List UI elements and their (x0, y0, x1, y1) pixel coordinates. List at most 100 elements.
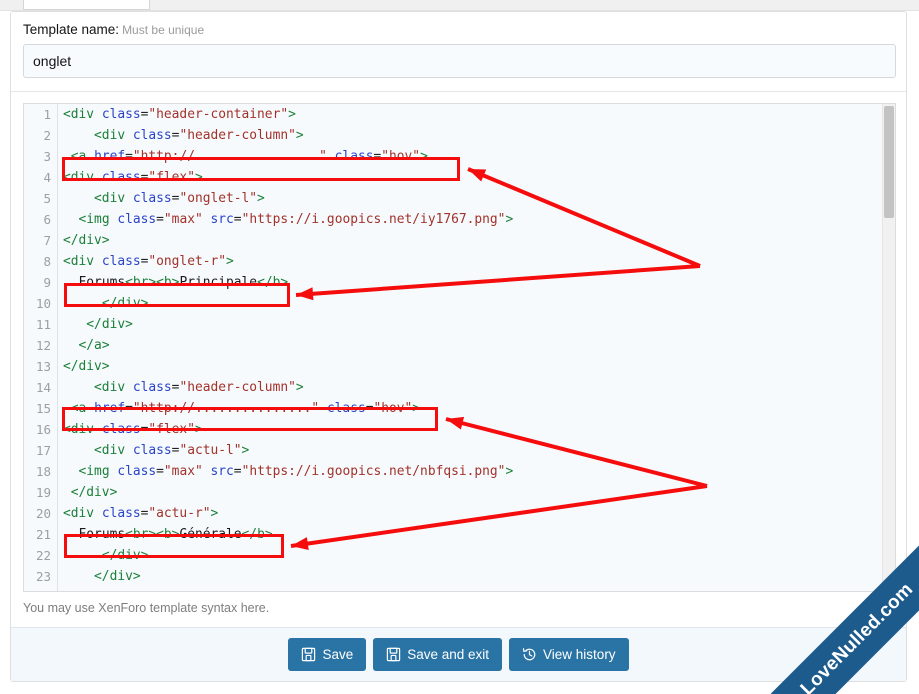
editor-scrollbar-track[interactable] (882, 104, 895, 591)
save-button[interactable]: Save (288, 638, 367, 671)
code-token-txt: Forums (78, 275, 126, 290)
save-icon (386, 647, 401, 662)
code-token-attr: class (101, 254, 141, 269)
code-token-attr: class (132, 380, 172, 395)
code-token-str: "hov" (373, 401, 413, 416)
code-line[interactable]: <div class="actu-l"> (59, 440, 882, 461)
heart-icon: ♥ (787, 689, 808, 694)
code-token-str: "http://..............." (132, 401, 320, 416)
code-line[interactable]: </a> (59, 335, 882, 356)
code-token-tag: <div (63, 506, 102, 521)
template-name-input[interactable] (23, 44, 896, 78)
code-token-tag: </a> (78, 338, 110, 353)
code-line[interactable]: </div> (59, 314, 882, 335)
code-token-tag: > (288, 107, 296, 122)
code-line[interactable]: </div> (59, 230, 882, 251)
line-number: 15 (35, 401, 51, 416)
browser-top-strip (0, 0, 919, 11)
code-token-eq: = (233, 212, 242, 227)
code-token-attr: class (101, 107, 141, 122)
code-token-attr: href (94, 149, 126, 164)
code-token-tag: <img (78, 212, 118, 227)
code-line[interactable]: <div class="onglet-r"> (59, 251, 882, 272)
line-number: 23 (35, 569, 51, 584)
code-token-attr: class (117, 212, 157, 227)
line-number: 8 (43, 254, 51, 269)
editor-scrollbar-thumb[interactable] (884, 106, 894, 218)
code-line[interactable]: </div> (59, 293, 882, 314)
code-line[interactable]: <div class="header-column"> (59, 125, 882, 146)
code-line[interactable]: <div class="flex"> (59, 419, 882, 440)
line-number: 16 (35, 422, 51, 437)
code-token-str: "max" (163, 464, 203, 479)
line-number: 17 (35, 443, 51, 458)
code-line[interactable]: <div class="header-container"> (59, 104, 882, 125)
code-token-attr: href (94, 401, 126, 416)
code-line[interactable]: <img class="max" src="https://i.goopics.… (59, 209, 882, 230)
code-token-tag: > (210, 506, 219, 521)
code-token-attr: class (101, 422, 141, 437)
code-line[interactable]: </div> (59, 482, 882, 503)
code-token-attr: class (334, 149, 374, 164)
template-name-hint: Must be unique (122, 23, 205, 37)
code-content-area[interactable]: <div class="header-container"> <div clas… (59, 104, 882, 591)
line-number: 6 (43, 212, 51, 227)
code-token-tag: <div (63, 422, 102, 437)
tab-fragment[interactable] (23, 0, 150, 10)
line-number: 14 (35, 380, 51, 395)
line-number: 3 (43, 149, 51, 164)
code-token-attr: class (132, 191, 172, 206)
code-token-tag: </div> (101, 296, 149, 311)
line-number: 20 (35, 506, 51, 521)
code-token-str: "max" (163, 212, 203, 227)
code-line[interactable]: Forums<br><b>Principale</b> (59, 272, 882, 293)
code-line[interactable]: </div> (59, 566, 882, 587)
code-token-tag: <div (94, 380, 133, 395)
code-token-tag: </div> (86, 317, 133, 332)
code-token-tag: > (505, 464, 514, 479)
code-token-str: "header-column" (179, 128, 296, 143)
code-line[interactable]: <div class="flex"> (59, 167, 882, 188)
code-token-tag: > (295, 380, 304, 395)
code-token-eq: = (156, 464, 164, 479)
save-and-exit-button[interactable]: Save and exit (373, 638, 503, 671)
line-number: 5 (43, 191, 51, 206)
code-token-tag: <br> (125, 275, 157, 290)
line-number: 11 (35, 317, 51, 332)
line-number: 4 (43, 170, 51, 185)
code-token-tag: <div (94, 191, 133, 206)
line-number: 22 (35, 548, 51, 563)
code-line[interactable]: <a href="http://................" class=… (59, 146, 882, 167)
view-history-button[interactable]: View history (509, 638, 629, 671)
code-line[interactable]: <img class="max" src="https://i.goopics.… (59, 461, 882, 482)
code-token-tag: <a (70, 149, 95, 164)
template-edit-card: Template name:Must be unique 12345678910… (10, 11, 907, 682)
code-token-attr: class (101, 506, 141, 521)
code-line[interactable]: Forums<br><b>Générale</b> (59, 524, 882, 545)
line-number: 1 (43, 107, 51, 122)
code-token-str: "header-container" (148, 107, 289, 122)
code-token-eq: = (156, 212, 164, 227)
button-label: Save (322, 647, 354, 662)
code-token-tag: </b> (257, 275, 289, 290)
code-editor[interactable]: 1 2 3 4 5 6 7 8 9 10 11 12 13 14 15 16 17 18 19 20 21 22 23 <d… (23, 103, 896, 592)
button-label: View history (543, 647, 616, 662)
code-line[interactable]: <div class="onglet-l"> (59, 188, 882, 209)
code-token-str: "onglet-l" (179, 191, 258, 206)
code-token-tag: </div> (70, 485, 118, 500)
code-line[interactable]: <div class="actu-r"> (59, 503, 882, 524)
code-line[interactable]: </div> (59, 545, 882, 566)
history-icon (522, 647, 537, 662)
line-number: 13 (35, 359, 51, 374)
code-line[interactable]: <a href="http://..............." class="… (59, 398, 882, 419)
code-line[interactable]: <div class="header-column"> (59, 377, 882, 398)
code-line[interactable]: </div> (59, 356, 882, 377)
code-token-eq: = (233, 464, 242, 479)
